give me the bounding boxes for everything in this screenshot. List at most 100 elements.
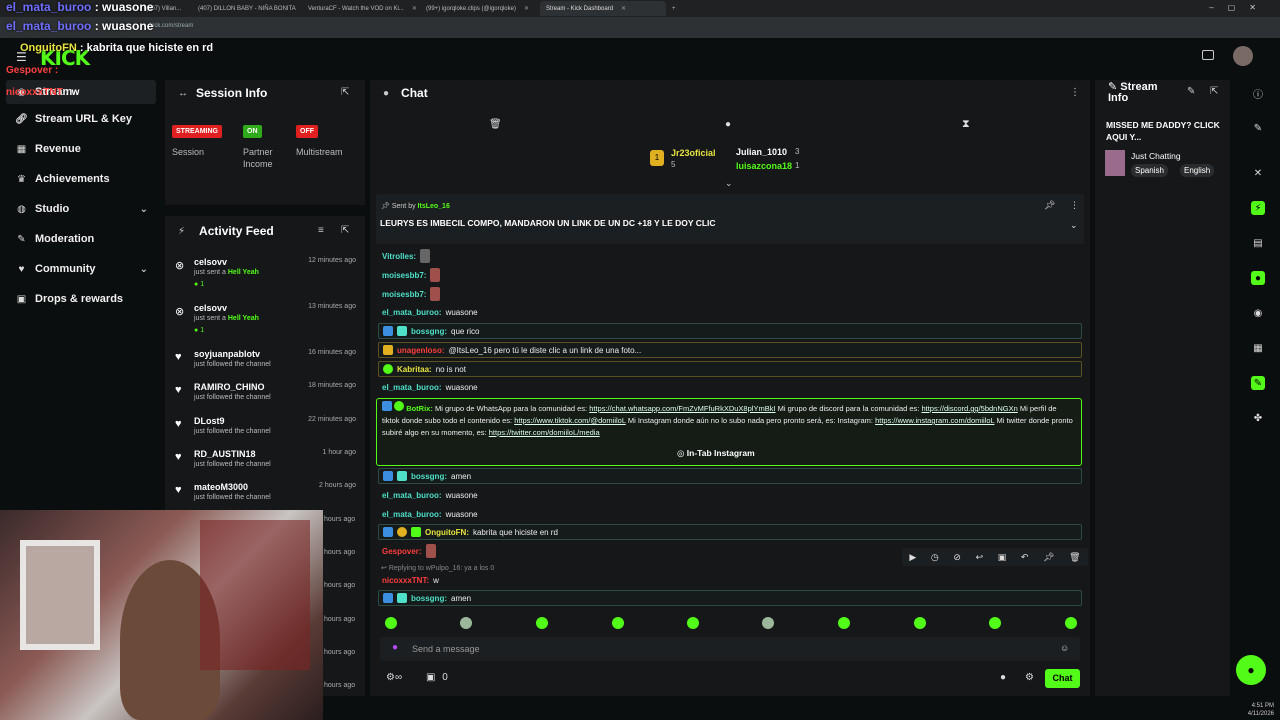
sidebar-item-achievements[interactable]: ♛ Achievements (6, 167, 156, 191)
ban-icon[interactable]: ⊘ (953, 552, 961, 563)
stream-category[interactable]: Just Chatting (1131, 151, 1181, 161)
emote-button[interactable] (536, 617, 548, 629)
chevron-down-icon[interactable]: ⌄ (1070, 220, 1078, 231)
avatar[interactable] (1233, 46, 1253, 66)
bolt-icon[interactable]: ⚡︎ (1251, 201, 1265, 215)
sidebar-item-studio[interactable]: ◍ Studio ⌄ (6, 197, 156, 221)
emote-button[interactable] (762, 617, 774, 629)
layers-icon[interactable]: ▦ (1251, 341, 1265, 355)
chat-username[interactable]: BotRix: (406, 404, 433, 413)
chat-input[interactable]: ● Send a message ☺ (380, 637, 1080, 661)
expand-icon[interactable]: ⇱ (1210, 86, 1218, 97)
chat-username[interactable]: bossgng: (411, 327, 447, 336)
browser-tab[interactable]: (99+) igorqloke.clips (@igorqloke) ✕ (420, 1, 540, 16)
tools-icon[interactable]: ⚙︎∞ (386, 672, 402, 683)
chat-icon[interactable]: ● (725, 119, 731, 130)
sidebar-item-revenue[interactable]: ▦ Revenue (6, 137, 156, 161)
chat-link[interactable]: https://twitter.com/domiiloL/media (489, 428, 600, 437)
top-user-name[interactable]: Jr23oficial (671, 148, 716, 158)
expand-icon[interactable]: ⇱ (341, 225, 349, 236)
pencil-icon[interactable]: ✎ (1251, 121, 1265, 135)
reply-icon[interactable]: ↩ (976, 552, 984, 563)
info-icon[interactable]: ⓘ (1251, 86, 1265, 101)
trash-icon[interactable]: 🗑︎ (1069, 552, 1080, 563)
sidebar-item-stream-url-key[interactable]: 🔗︎ Stream URL & Key (6, 107, 156, 131)
address-bar[interactable]: kick.com/stream (0, 17, 1280, 38)
edit-icon[interactable]: ✎ (1187, 86, 1195, 97)
emote-button[interactable] (914, 617, 926, 629)
chat-username[interactable]: OnguitoFN: (425, 528, 469, 537)
chat-link[interactable]: https://www.tiktok.com/@domiiloL (514, 416, 626, 425)
chat-username[interactable]: Gespover: (382, 547, 422, 556)
microphone-icon[interactable]: ● (392, 642, 398, 653)
emote-button[interactable] (385, 617, 397, 629)
close-icon[interactable]: ✕ (524, 5, 529, 12)
more-options-icon[interactable]: ⋮ (1070, 200, 1079, 211)
chat-link[interactable]: https://discord.gg/5bdnNGXn (921, 404, 1017, 413)
activity-time: 13 minutes ago (308, 303, 356, 310)
tag-chip[interactable]: Spanish (1131, 164, 1168, 177)
more-options-icon[interactable]: ⋮ (1070, 87, 1080, 98)
chat-link[interactable]: https://www.instagram.com/domiiloL (875, 416, 994, 425)
emote-button[interactable] (989, 617, 1001, 629)
chat-username[interactable]: moisesbb7: (382, 290, 426, 299)
hourglass-icon[interactable]: ⧗ (962, 118, 970, 131)
wrench-icon[interactable]: ✎ (1251, 376, 1265, 390)
emote-button[interactable] (612, 617, 624, 629)
chat-username[interactable]: el_mata_buroo: (382, 383, 442, 392)
category-thumbnail[interactable] (1105, 150, 1125, 176)
emoji-icon[interactable]: ☺ (1060, 643, 1069, 653)
browser-tab[interactable]: VenturaCF - Watch the VOD on Ki... ✕ (302, 1, 420, 16)
close-icon[interactable]: ✕ (412, 5, 417, 12)
new-tab-button[interactable]: + (666, 1, 682, 16)
pin-icon[interactable]: 📌︎ (1044, 200, 1055, 211)
pinned-user[interactable]: ItsLeo_16 (418, 203, 450, 210)
emote-button[interactable] (687, 617, 699, 629)
chat-link[interactable]: https://chat.whatsapp.com/FmZvMFfuRkXDuX… (589, 404, 775, 413)
expand-icon[interactable]: ⇱ (341, 87, 349, 98)
emote-button[interactable] (460, 617, 472, 629)
sidebar-item-community[interactable]: ♥ Community ⌄ (6, 257, 156, 281)
chat-username[interactable]: unagenloso: (397, 346, 445, 355)
browser-tab-active[interactable]: Stream - Kick Dashboard ✕ (540, 1, 666, 16)
chat-username[interactable]: el_mata_buroo: (382, 308, 442, 317)
emote-button[interactable] (838, 617, 850, 629)
pin-icon[interactable]: 📌︎ (1043, 552, 1054, 563)
tag-chip[interactable]: English (1180, 164, 1215, 177)
sidebar-item-drops-rewards[interactable]: ▣ Drops & rewards (6, 287, 156, 311)
chat-settings-icon[interactable]: ● (1000, 672, 1006, 683)
undo-icon[interactable]: ↶ (1021, 552, 1029, 563)
community-icon[interactable]: ✤ (1251, 411, 1265, 425)
close-icon[interactable]: ✕ (1251, 166, 1265, 180)
chat-username[interactable]: Kabritaa: (397, 365, 432, 374)
copy-icon[interactable]: ▣ (998, 552, 1007, 563)
chat-username[interactable]: nicoxxxTNT: (382, 576, 429, 585)
chat-username[interactable]: moisesbb7: (382, 271, 426, 280)
top-user-name[interactable]: luisazcona18 (736, 161, 792, 171)
close-icon[interactable]: ✕ (621, 5, 626, 12)
chat-icon[interactable]: ● (1251, 271, 1265, 285)
url-text[interactable]: kick.com/stream (150, 23, 193, 29)
wallet-icon[interactable] (1202, 50, 1214, 60)
chat-username[interactable]: bossgng: (411, 472, 447, 481)
send-chat-button[interactable]: Chat (1045, 669, 1080, 688)
chat-username[interactable]: el_mata_buroo: (382, 510, 442, 519)
gear-icon[interactable]: ⚙︎ (1025, 672, 1034, 683)
support-chat-button[interactable]: ● (1236, 655, 1266, 685)
broadcast-icon[interactable]: ◉ (1251, 306, 1265, 320)
filter-icon[interactable]: ≡ (318, 225, 324, 236)
chat-username[interactable]: Vitrolles: (382, 252, 416, 261)
chat-username[interactable]: bossgng: (411, 594, 447, 603)
timeout-icon[interactable]: ◷ (931, 552, 939, 563)
in-tab-instagram-button[interactable]: ◎ In-Tab Instagram (677, 447, 755, 459)
window-controls[interactable]: –▢✕ (1209, 3, 1270, 12)
trash-icon[interactable]: 🗑︎ (489, 119, 502, 130)
chat-username[interactable]: el_mata_buroo: (382, 491, 442, 500)
play-icon[interactable]: ▶ (909, 552, 916, 563)
emote-button[interactable] (1065, 617, 1077, 629)
document-icon[interactable]: ▤ (1251, 236, 1265, 250)
browser-tab[interactable]: (407) DILLON BABY - NIÑA BONITA✕ (192, 1, 302, 16)
sidebar-item-moderation[interactable]: ✎ Moderation (6, 227, 156, 251)
top-user-name[interactable]: Julian_1010 (736, 147, 787, 157)
chevron-down-icon[interactable]: ⌄ (725, 178, 733, 189)
